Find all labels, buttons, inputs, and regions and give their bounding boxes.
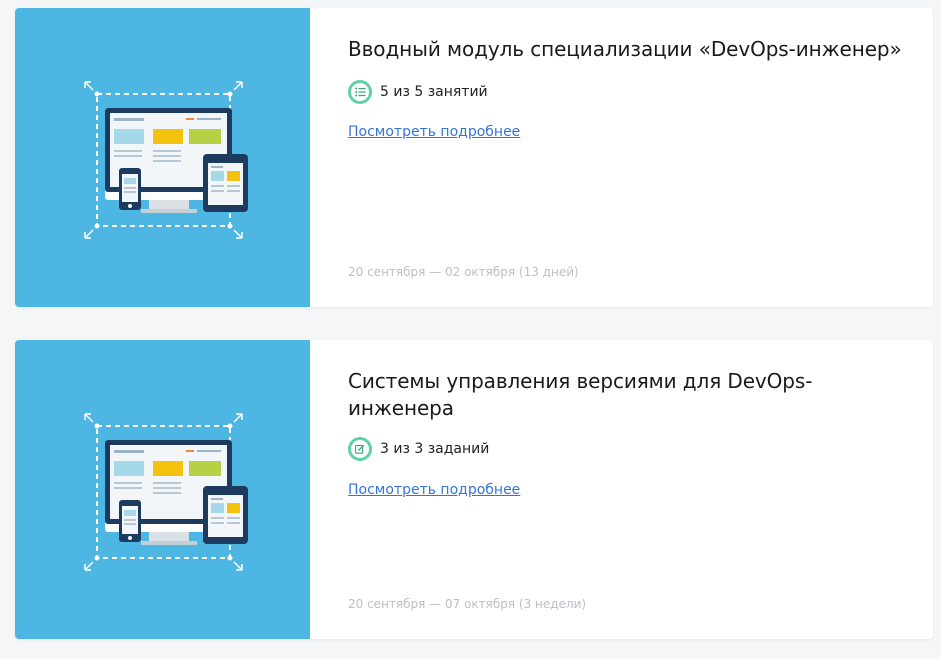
edit-icon — [348, 437, 372, 461]
course-thumbnail[interactable] — [15, 8, 310, 307]
course-title[interactable]: Вводный модуль специализации «DevOps-инж… — [348, 36, 902, 63]
responsive-devices-illustration — [84, 413, 248, 571]
course-card[interactable]: Вводный модуль специализации «DevOps-инж… — [15, 8, 933, 307]
list-icon — [348, 80, 372, 104]
course-card[interactable]: Системы управления версиями для DevOps-и… — [15, 340, 933, 639]
course-progress: 5 из 5 занятий — [348, 80, 488, 104]
progress-text: 3 из 3 заданий — [380, 441, 490, 457]
course-thumbnail[interactable] — [15, 340, 310, 639]
view-details-link[interactable]: Посмотреть подробнее — [348, 482, 520, 498]
course-dates: 20 сентября — 02 октября (13 дней) — [348, 265, 579, 279]
course-dates: 20 сентября — 07 октября (3 недели) — [348, 597, 587, 611]
progress-text: 5 из 5 занятий — [380, 84, 488, 100]
course-title[interactable]: Системы управления версиями для DevOps-и… — [348, 368, 838, 422]
view-details-link[interactable]: Посмотреть подробнее — [348, 124, 520, 140]
responsive-devices-illustration — [84, 81, 248, 239]
course-progress: 3 из 3 заданий — [348, 437, 489, 461]
